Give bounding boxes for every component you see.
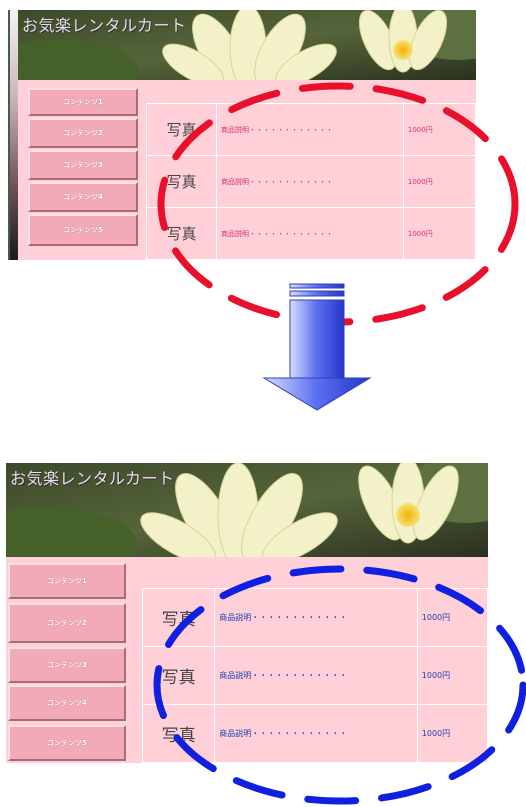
table-row: 写真 商品説明・・・・・・・・・・・・ 1000円 <box>145 103 476 156</box>
product-description: 商品説明・・・・・・・・・・・・ <box>216 155 404 208</box>
table-row: 写真 商品説明・・・・・・・・・・・・ 1000円 <box>141 646 488 705</box>
product-description: 商品説明・・・・・・・・・・・・ <box>216 103 404 156</box>
site-title: お気楽レンタルカート <box>22 16 187 35</box>
top-screenshot: お気楽レンタルカート コンテンツ1 コンテンツ2 コンテンツ3 コンテンツ4 コ… <box>18 10 476 260</box>
header-banner: お気楽レンタルカート <box>6 463 488 557</box>
product-photo: 写真 <box>141 588 216 647</box>
product-photo: 写真 <box>145 207 218 260</box>
nav-button-contents-2[interactable]: コンテンツ2 <box>28 118 138 148</box>
nav-button-contents-4[interactable]: コンテンツ4 <box>8 685 126 721</box>
nav-button-contents-4[interactable]: コンテンツ4 <box>28 182 138 212</box>
nav-button-contents-3[interactable]: コンテンツ3 <box>8 647 126 683</box>
nav-button-contents-3[interactable]: コンテンツ3 <box>28 150 138 180</box>
table-row: 写真 商品説明・・・・・・・・・・・・ 1000円 <box>145 207 476 260</box>
product-photo: 写真 <box>145 103 218 156</box>
product-table: 写真 商品説明・・・・・・・・・・・・ 1000円 写真 商品説明・・・・・・・… <box>145 103 476 260</box>
bottom-screenshot: お気楽レンタルカート コンテンツ1 コンテンツ2 コンテンツ3 コンテンツ4 コ… <box>6 463 488 763</box>
nav-button-contents-1[interactable]: コンテンツ1 <box>8 563 126 599</box>
table-row: 写真 商品説明・・・・・・・・・・・・ 1000円 <box>145 155 476 208</box>
nav-button-contents-2[interactable]: コンテンツ2 <box>8 603 126 643</box>
product-table: 写真 商品説明・・・・・・・・・・・・ 1000円 写真 商品説明・・・・・・・… <box>141 588 488 763</box>
nav-button-contents-1[interactable]: コンテンツ1 <box>28 88 138 116</box>
table-row: 写真 商品説明・・・・・・・・・・・・ 1000円 <box>141 704 488 763</box>
header-banner: お気楽レンタルカート <box>18 10 476 80</box>
product-price: 1000円 <box>416 646 488 705</box>
product-price: 1000円 <box>416 704 488 763</box>
product-photo: 写真 <box>141 646 216 705</box>
product-price: 1000円 <box>402 207 476 260</box>
nav-button-contents-5[interactable]: コンテンツ5 <box>28 214 138 246</box>
product-description: 商品説明・・・・・・・・・・・・ <box>214 704 418 763</box>
table-row: 写真 商品説明・・・・・・・・・・・・ 1000円 <box>141 588 488 647</box>
nav-button-contents-5[interactable]: コンテンツ5 <box>8 725 126 761</box>
product-photo: 写真 <box>141 704 216 763</box>
arrow-down-icon <box>262 283 372 411</box>
site-title: お気楽レンタルカート <box>10 469 175 488</box>
product-price: 1000円 <box>416 588 488 647</box>
product-description: 商品説明・・・・・・・・・・・・ <box>216 207 404 260</box>
product-price: 1000円 <box>402 155 476 208</box>
product-price: 1000円 <box>402 103 476 156</box>
left-edge-strip <box>8 10 18 260</box>
product-photo: 写真 <box>145 155 218 208</box>
product-description: 商品説明・・・・・・・・・・・・ <box>214 588 418 647</box>
product-description: 商品説明・・・・・・・・・・・・ <box>214 646 418 705</box>
